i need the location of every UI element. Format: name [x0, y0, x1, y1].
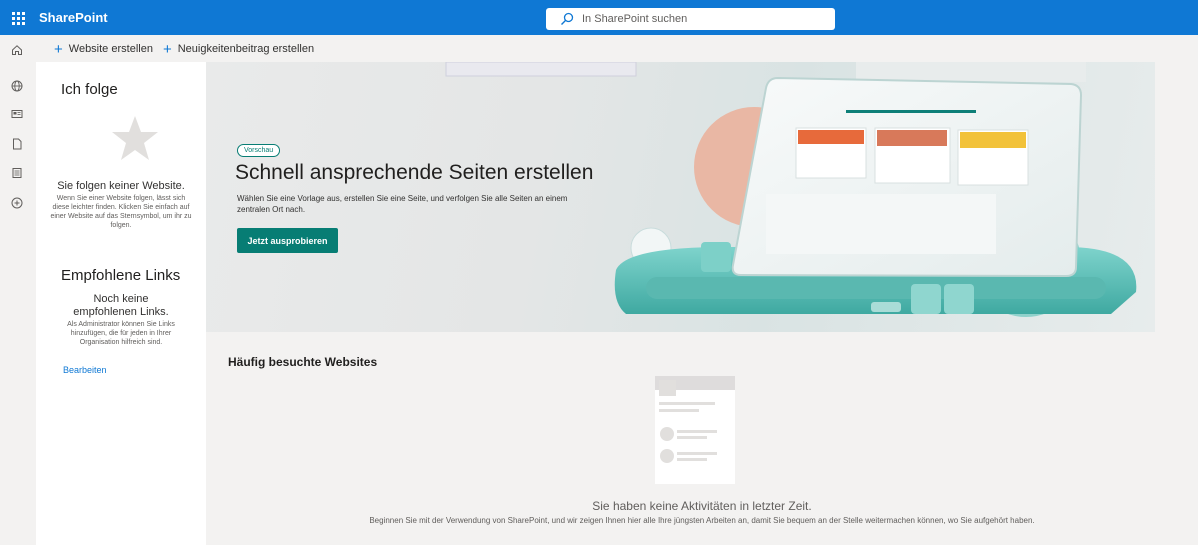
search-placeholder: In SharePoint suchen	[582, 13, 688, 25]
create-site-label: Website erstellen	[68, 43, 153, 55]
document-icon[interactable]	[9, 136, 25, 152]
no-links-title: Noch keine empfohlenen Links.	[73, 293, 169, 318]
hero-description: Wählen Sie eine Vorlage aus, erstellen S…	[237, 194, 568, 214]
hero-title: Schnell ansprechende Seiten erstellen	[235, 161, 594, 184]
empty-activity-description: Beginnen Sie mit der Verwendung von Shar…	[369, 516, 1035, 525]
left-panel: Ich folge Sie folgen keiner Website. Wen…	[36, 62, 206, 545]
edit-link[interactable]: Bearbeiten	[63, 365, 107, 375]
no-sites-title: Sie folgen keiner Website.	[57, 180, 185, 192]
plus-icon: +	[162, 40, 172, 58]
app-name[interactable]: SharePoint	[39, 10, 108, 25]
suite-bar: SharePoint In SharePoint suchen	[0, 0, 1198, 35]
news-icon[interactable]	[9, 106, 25, 122]
recommended-title: Empfohlene Links	[61, 267, 181, 284]
try-now-button[interactable]: Jetzt ausprobieren	[237, 228, 338, 253]
add-icon[interactable]	[9, 195, 25, 211]
hero-banner: Vorschau Schnell ansprechende Seiten ers…	[206, 62, 1155, 332]
create-news-button[interactable]: + Neuigkeitenbeitrag erstellen	[163, 42, 314, 57]
left-rail	[0, 35, 34, 545]
search-input[interactable]: In SharePoint suchen	[546, 8, 835, 30]
following-title: Ich folge	[61, 81, 118, 98]
create-news-label: Neuigkeitenbeitrag erstellen	[177, 43, 315, 55]
create-site-button[interactable]: + Website erstellen	[54, 42, 153, 57]
plus-icon: +	[54, 40, 63, 58]
preview-badge: Vorschau	[237, 144, 281, 157]
command-bar: + Website erstellen + Neuigkeitenbeitrag…	[34, 38, 314, 60]
empty-activity-illustration	[655, 376, 735, 484]
home-icon[interactable]	[9, 42, 25, 58]
star-icon	[112, 116, 158, 160]
search-icon	[561, 12, 574, 25]
empty-activity-title: Sie haben keine Aktivitäten in letzter Z…	[592, 499, 812, 513]
app-launcher-icon[interactable]	[8, 8, 28, 28]
no-sites-desc: Wenn Sie einer Website folgen, lässt sic…	[50, 195, 192, 229]
no-links-desc: Als Administrator können Sie Links hinzu…	[67, 321, 175, 346]
list-icon[interactable]	[9, 165, 25, 181]
globe-icon[interactable]	[9, 78, 25, 94]
frequent-sites-title: Häufig besuchte Websites	[228, 355, 378, 369]
